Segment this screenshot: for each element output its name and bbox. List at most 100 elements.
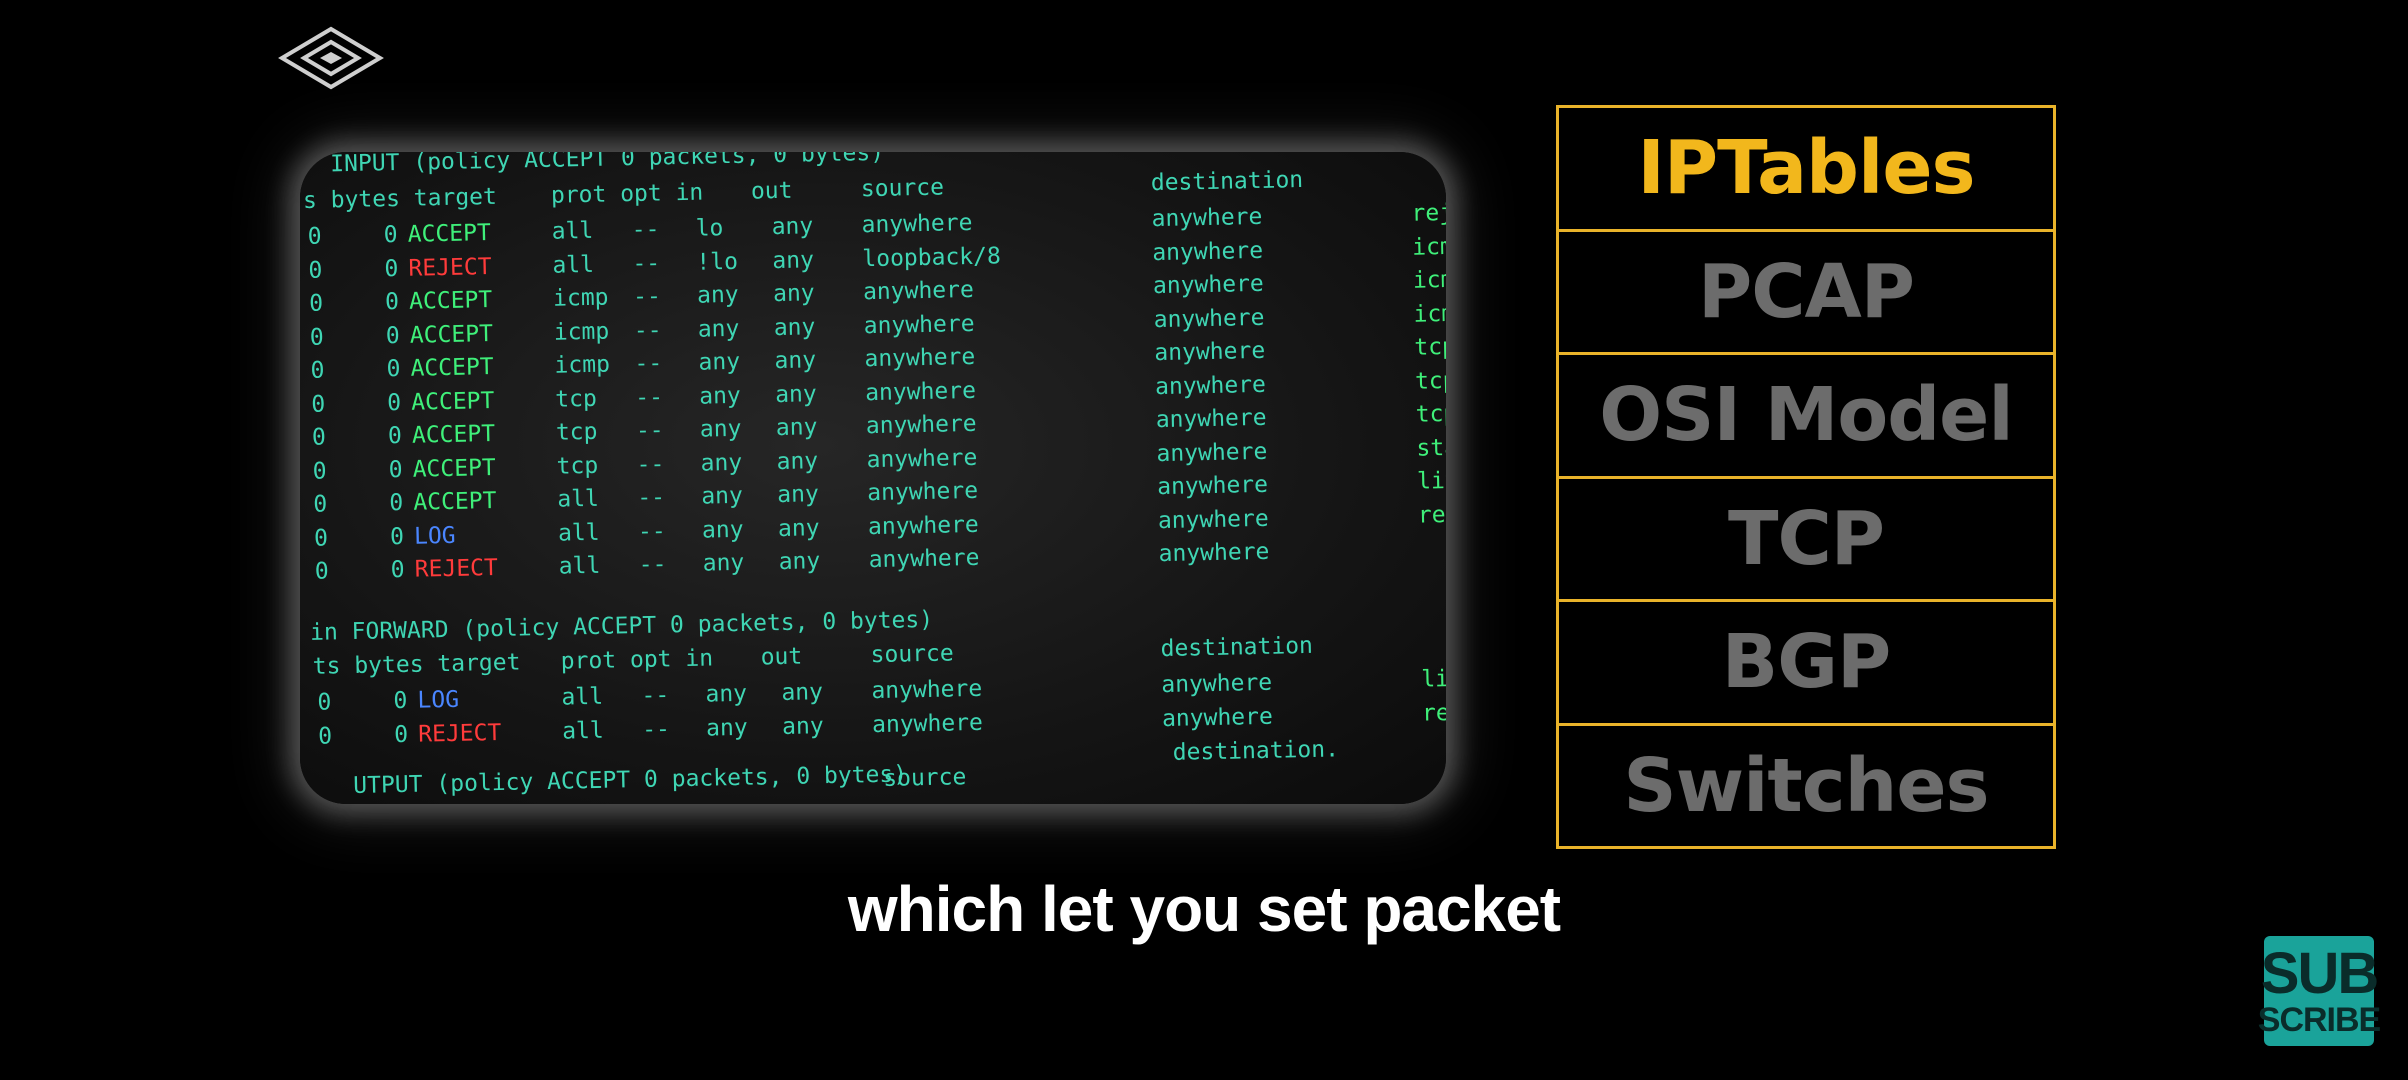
in-cell: any bbox=[698, 382, 742, 410]
source-cell: anywhere bbox=[862, 276, 975, 306]
column-header: destination. bbox=[1172, 736, 1340, 766]
destination-cell: anywhere bbox=[1157, 505, 1269, 534]
extra-cell: limit bbox=[1416, 467, 1446, 495]
source-cell: anywhere bbox=[864, 343, 976, 373]
opt-cell: -- bbox=[633, 316, 662, 344]
prot-cell: all bbox=[557, 519, 600, 547]
prot-cell: all bbox=[561, 683, 604, 711]
bytes-cell: 0 bbox=[386, 389, 402, 416]
out-cell: any bbox=[776, 447, 819, 475]
extra-cell: rejec bbox=[1421, 698, 1446, 727]
pkts-cell: 0 bbox=[314, 558, 329, 585]
opt-cell: -- bbox=[631, 216, 660, 244]
column-header: destination bbox=[1160, 632, 1314, 663]
out-cell: any bbox=[774, 380, 817, 408]
out-cell: any bbox=[771, 213, 814, 241]
out-cell: any bbox=[777, 514, 820, 542]
subscribe-label-bottom: SCRIBE bbox=[2257, 1001, 2381, 1039]
column-header: prot opt in bbox=[550, 179, 704, 209]
pkts-cell: 0 bbox=[307, 223, 322, 250]
bytes-cell: 0 bbox=[390, 556, 405, 584]
bytes-cell: 0 bbox=[393, 687, 408, 715]
out-cell: any bbox=[775, 414, 818, 442]
column-header: source bbox=[882, 764, 967, 792]
pkts-cell: 0 bbox=[308, 257, 323, 284]
extra-cell: icmp bbox=[1412, 266, 1446, 294]
pkts-cell: 0 bbox=[310, 357, 325, 384]
destination-cell: anywhere bbox=[1155, 404, 1267, 434]
opt-cell: -- bbox=[637, 517, 666, 545]
prot-cell: icmp bbox=[552, 284, 609, 312]
in-cell: lo bbox=[695, 215, 724, 242]
source-cell: anywhere bbox=[867, 511, 980, 540]
pkts-cell: 0 bbox=[317, 689, 332, 716]
opt-cell: -- bbox=[635, 417, 664, 445]
extra-cell: rejec bbox=[1411, 199, 1446, 227]
in-cell: any bbox=[701, 516, 744, 544]
target-cell: ACCEPT bbox=[412, 454, 497, 483]
prot-cell: all bbox=[557, 485, 600, 513]
prot-cell: tcp bbox=[555, 418, 598, 446]
target-cell: ACCEPT bbox=[410, 353, 494, 382]
target-cell: LOG bbox=[417, 686, 460, 714]
destination-cell: anywhere bbox=[1152, 270, 1265, 300]
subtitle-caption: which let you set packet bbox=[847, 873, 1561, 945]
extra-cell: state bbox=[1416, 433, 1446, 462]
extra-cell: limit bbox=[1421, 665, 1446, 693]
bytes-cell: 0 bbox=[389, 523, 405, 550]
opt-cell: -- bbox=[641, 715, 671, 743]
extra-cell: rejec bbox=[1417, 500, 1446, 529]
bytes-cell: 0 bbox=[389, 489, 404, 517]
out-cell: any bbox=[777, 481, 820, 509]
destination-cell: anywhere bbox=[1154, 371, 1267, 400]
prot-cell: icmp bbox=[554, 351, 611, 379]
prot-cell: all bbox=[551, 217, 594, 245]
out-cell: any bbox=[773, 313, 816, 341]
in-cell: any bbox=[702, 549, 745, 577]
column-header: s bytes target bbox=[302, 183, 498, 214]
pkts-cell: 0 bbox=[309, 324, 325, 351]
pkts-cell: 0 bbox=[311, 391, 326, 418]
pkts-cell: 0 bbox=[308, 290, 324, 317]
topic-item-switches: Switches bbox=[1623, 742, 1989, 829]
prot-cell: icmp bbox=[553, 318, 610, 346]
source-cell: anywhere bbox=[865, 410, 977, 440]
source-cell: anywhere bbox=[861, 209, 973, 239]
target-cell: LOG bbox=[413, 522, 456, 550]
target-cell: REJECT bbox=[414, 554, 499, 583]
target-cell: ACCEPT bbox=[413, 487, 497, 516]
source-cell: anywhere bbox=[868, 544, 980, 574]
topic-item-iptables: IPTables bbox=[1559, 108, 2053, 232]
out-cell: any bbox=[772, 280, 815, 308]
in-cell: any bbox=[696, 281, 739, 309]
in-cell: any bbox=[697, 315, 740, 343]
input-chain-header: INPUT (policy ACCEPT 0 packets, 0 bytes) bbox=[329, 152, 885, 178]
out-cell: any bbox=[781, 679, 824, 707]
destination-cell: anywhere bbox=[1161, 669, 1273, 699]
destination-cell: anywhere bbox=[1152, 237, 1264, 266]
extra-cell: icmp bbox=[1411, 233, 1446, 261]
opt-cell: -- bbox=[638, 551, 667, 578]
opt-cell: -- bbox=[636, 450, 665, 478]
pkts-cell: 0 bbox=[317, 722, 333, 750]
topic-item-tcp: TCP bbox=[1559, 479, 2053, 602]
in-cell: any bbox=[705, 680, 748, 708]
opt-cell: -- bbox=[634, 383, 664, 411]
bytes-cell: 0 bbox=[386, 355, 401, 383]
extra-cell: tcp d bbox=[1415, 400, 1446, 428]
channel-logo-icon bbox=[278, 26, 384, 90]
target-cell: ACCEPT bbox=[407, 220, 492, 248]
target-cell: REJECT bbox=[408, 253, 492, 282]
iptables-output: INPUT (policy ACCEPT 0 packets, 0 bytes)… bbox=[300, 152, 1446, 804]
source-cell: anywhere bbox=[866, 477, 979, 507]
opt-cell: -- bbox=[632, 283, 662, 311]
column-header: source bbox=[870, 640, 955, 669]
bytes-cell: 0 bbox=[387, 422, 403, 450]
in-cell: any bbox=[700, 449, 743, 477]
extra-cell: tcp d bbox=[1414, 367, 1446, 395]
bytes-cell: 0 bbox=[384, 255, 399, 282]
target-cell: ACCEPT bbox=[411, 420, 496, 449]
column-header: out bbox=[760, 643, 803, 671]
subscribe-button[interactable]: SUB SCRIBE bbox=[2258, 936, 2381, 1046]
destination-cell: anywhere bbox=[1151, 203, 1263, 233]
